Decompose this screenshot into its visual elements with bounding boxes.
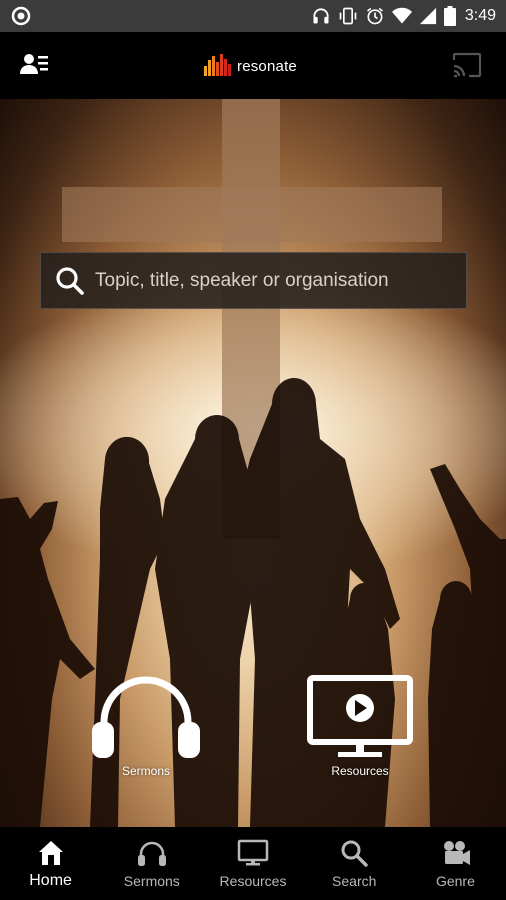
search-icon <box>55 266 85 296</box>
cast-icon[interactable] <box>452 52 482 78</box>
logo-text: resonate <box>237 58 297 75</box>
battery-icon <box>443 6 456 26</box>
nav-resources[interactable]: Resources <box>202 827 303 900</box>
headphones-icon <box>311 6 331 26</box>
home-icon <box>37 839 65 867</box>
sermons-tile-label: Sermons <box>121 764 171 778</box>
app-logo: resonate <box>204 54 297 76</box>
profile-menu-icon[interactable] <box>20 52 50 78</box>
resources-tile-label: Resources <box>331 764 389 778</box>
headphones-icon <box>92 676 200 758</box>
circle-notification-icon <box>10 5 32 27</box>
nav-genre[interactable]: Genre <box>405 827 506 900</box>
resonate-logo-icon <box>204 54 231 76</box>
vibrate-icon <box>338 6 358 26</box>
nav-sermons[interactable]: Sermons <box>101 827 202 900</box>
status-bar: 3:49 <box>0 0 506 32</box>
bottom-navigation: Home Sermons Resources Search Genre <box>0 827 506 900</box>
headphones-icon <box>137 839 167 867</box>
signal-icon <box>419 7 437 25</box>
wifi-icon <box>391 7 412 25</box>
nav-search[interactable]: Search <box>304 827 405 900</box>
video-camera-icon <box>439 839 471 867</box>
monitor-icon <box>237 839 269 867</box>
search-input[interactable]: Topic, title, speaker or organisation <box>40 252 467 309</box>
alarm-icon <box>365 6 385 26</box>
app-bar: resonate <box>0 32 506 99</box>
hero-background <box>0 99 506 827</box>
worship-silhouette-image <box>0 99 506 827</box>
search-icon <box>340 839 368 867</box>
monitor-play-icon <box>307 675 413 757</box>
nav-search-label: Search <box>332 873 377 889</box>
nav-home[interactable]: Home <box>0 827 101 900</box>
nav-resources-label: Resources <box>219 873 287 889</box>
sermons-tile-button[interactable]: Sermons <box>88 674 204 778</box>
nav-genre-label: Genre <box>435 873 475 889</box>
status-time: 3:49 <box>464 7 496 24</box>
nav-home-label: Home <box>29 872 72 889</box>
nav-sermons-label: Sermons <box>123 873 180 889</box>
search-placeholder: Topic, title, speaker or organisation <box>95 269 389 291</box>
resources-tile-button[interactable]: Resources <box>302 674 418 778</box>
